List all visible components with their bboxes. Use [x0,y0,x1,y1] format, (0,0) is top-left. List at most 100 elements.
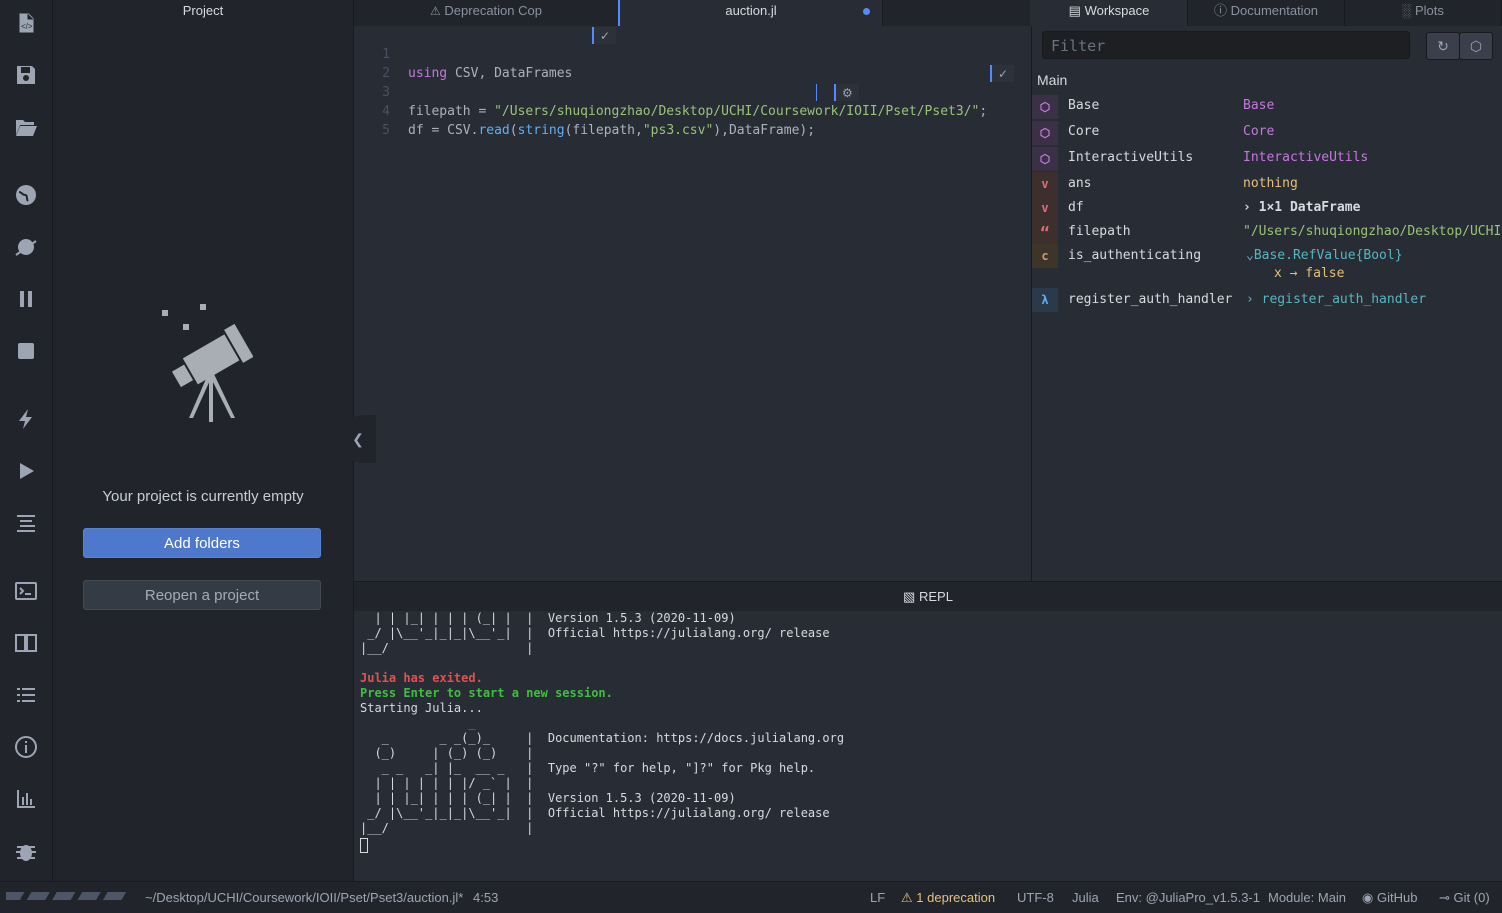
string-literal: "/Users/shuqiongzhao/Desktop/UCHI/Course… [494,104,980,119]
github-icon: ◉ [1362,890,1374,905]
repl-line: |__/ | [360,821,534,835]
variable-icon: v [1032,172,1058,196]
status-bar: ~/Desktop/UCHI/Coursework/IOII/Pset/Pset… [0,881,1502,913]
line-ending[interactable]: LF [870,890,885,905]
tab-plots[interactable]: ░ Plots [1345,0,1502,26]
repl-tab[interactable]: ▧ REPL [354,581,1502,612]
code-editor[interactable]: 1 using CSV, DataFrames ✓ 2 3 filepath =… [354,26,1030,581]
deprecation-status[interactable]: ⚠ 1 deprecation [901,890,995,906]
git-status[interactable]: ⊸ Git (0) [1439,890,1490,906]
info-icon[interactable] [10,731,42,763]
tab-workspace[interactable]: ▤ Workspace [1031,0,1188,26]
encoding[interactable]: UTF-8 [1017,890,1054,905]
tab-documentation[interactable]: ⓘ Documentation [1188,0,1345,26]
file-path[interactable]: ~/Desktop/UCHI/Coursework/IOII/Pset/Pset… [145,890,463,905]
empty-project-message: Your project is currently empty [102,488,304,505]
git-commit-icon: ⊸ [1439,890,1450,905]
warning-icon: ⚠ [430,4,441,18]
modified-indicator-icon[interactable] [863,8,870,15]
variable-name: register_auth_handler [1068,292,1233,307]
save-icon[interactable] [10,59,42,91]
tab-label: Workspace [1084,3,1150,18]
code-line[interactable]: 2 [354,45,390,81]
pause-icon[interactable] [10,283,42,315]
github-status[interactable]: ◉ GitHub [1362,890,1417,906]
refresh-button[interactable]: ↻ [1426,32,1460,60]
code-line[interactable]: 3 filepath = "/Users/shuqiongzhao/Deskto… [354,64,987,119]
workspace-row[interactable]: λ register_auth_handler › register_auth_… [1032,288,1502,312]
keyword: using [408,66,448,81]
repl-icon[interactable] [10,575,42,607]
git-label: Git (0) [1453,890,1490,905]
variable-value[interactable]: 1×1 DataFrame [1259,200,1361,215]
filter-input[interactable]: Filter [1042,31,1410,59]
tab-label: Plots [1414,3,1444,18]
string-literal: "ps3.csv" [642,123,714,138]
repl-line: |__/ | [360,641,534,655]
variable-name: InteractiveUtils [1068,150,1194,165]
repl-terminal[interactable]: | | |_| | | | (_| | | Version 1.5.3 (202… [354,611,1502,881]
terminal-icon: ▧ [903,589,916,604]
text-cursor [816,84,817,101]
chevron-down-icon[interactable]: ⌄ [1246,248,1254,263]
repl-line: | | |_| | | | (_| | | Version 1.5.3 (202… [360,611,736,625]
function-name: string [517,123,565,138]
tab-label: Deprecation Cop [444,3,542,18]
workspace-row[interactable]: ⬡ InteractiveUtils InteractiveUtils [1032,146,1502,172]
repl-line: (_) | (_) (_) | [360,746,534,760]
line-number: 5 [382,123,390,138]
workspace-row[interactable]: c is_authenticating ⌄Base.RefValue{Bool}… [1032,244,1502,288]
outline-icon[interactable] [10,679,42,711]
chevron-right-icon[interactable]: › [1246,292,1262,307]
reopen-project-button[interactable]: Reopen a project [83,580,321,610]
stop-icon[interactable] [10,335,42,367]
github-label: GitHub [1376,890,1418,905]
format-code-icon[interactable] [10,507,42,539]
documentation-icon[interactable] [10,627,42,659]
cursor-position[interactable]: 4:53 [473,890,498,905]
julia-module[interactable]: Module: Main [1268,890,1346,905]
editor-tab-bar: ⚠ Deprecation Cop auction.jl [354,0,1030,27]
variable-value: nothing [1243,176,1298,191]
plot-pane-icon[interactable] [10,783,42,815]
code-text: CSV, DataFrames [447,66,573,81]
workspace-row[interactable]: “ filepath "/Users/shuqiongzhao/Desktop/… [1032,220,1502,244]
project-panel: Project Your project is currently empty … [53,0,354,881]
tab-deprecation-cop[interactable]: ⚠ Deprecation Cop [354,0,619,26]
tab-bar-empty [882,0,1031,26]
workspace-row[interactable]: ⬡ Base Base [1032,94,1502,120]
variable-value[interactable]: register_auth_handler [1262,292,1426,307]
workspace-row[interactable]: ⬡ Core Core [1032,120,1502,146]
code-line[interactable]: 5 [354,102,390,138]
code-text: (filepath, [564,123,643,138]
connect-external-icon[interactable] [10,179,42,211]
grammar[interactable]: Julia [1072,890,1099,905]
inline-result-running[interactable]: ⚙ [834,84,859,101]
add-folders-button[interactable]: Add folders [83,528,321,558]
code-text: ; [979,104,988,119]
inline-result-check[interactable]: ✓ [592,27,617,44]
variable-value: "/Users/shuqiongzhao/Desktop/UCHI/ [1243,224,1502,239]
inline-result-check[interactable]: ✓ [990,65,1015,82]
open-folder-icon[interactable] [10,111,42,143]
new-julia-file-icon[interactable]: </> [10,7,42,39]
svg-text:</>: </> [21,22,33,31]
tab-auction-jl[interactable]: auction.jl [618,0,882,26]
module-select-button[interactable]: ⬡ [1459,32,1493,60]
chevron-right-icon[interactable]: › [1243,200,1259,215]
code-line[interactable]: 4 df = CSV.read(string(filepath,"ps3.csv… [354,83,815,138]
julia-env[interactable]: Env: @JuliaPro_v1.5.3-1 [1116,890,1260,905]
repl-line: Starting Julia... [360,701,483,715]
code-text: ( [509,123,518,138]
workspace-row[interactable]: v df › 1×1 DataFrame [1032,196,1502,220]
workspace-row[interactable]: v ans nothing [1032,172,1502,196]
variable-value[interactable]: Base.RefValue{Bool} [1254,248,1403,263]
module-icon: ⬡ [1032,121,1058,145]
run-file-icon[interactable] [10,455,42,487]
code-line[interactable]: 1 using CSV, DataFrames [354,26,572,81]
workspace-module-label: Main [1037,72,1068,88]
warning-icon: ⚠ [901,890,913,905]
run-cell-icon[interactable] [10,403,42,435]
disconnect-icon[interactable] [10,231,42,263]
debugger-icon[interactable] [10,835,42,867]
